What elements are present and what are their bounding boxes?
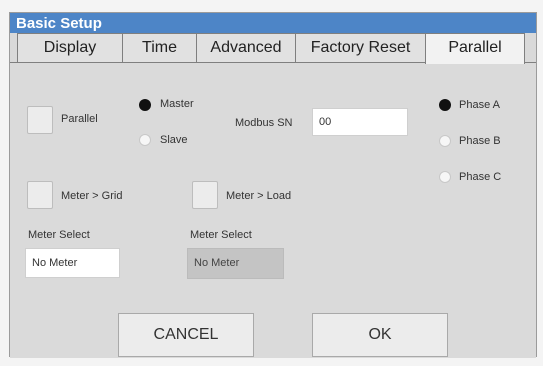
tab-advanced[interactable]: Advanced xyxy=(196,33,296,62)
meter-select-2-field[interactable]: No Meter xyxy=(187,248,284,279)
modbus-sn-input[interactable]: 00 xyxy=(312,108,408,136)
tab-bar: Display Time Advanced Factory Reset Para… xyxy=(10,33,536,64)
master-radio[interactable] xyxy=(139,99,151,111)
basic-setup-window: Basic Setup Display Time Advanced Factor… xyxy=(9,12,537,358)
parallel-checkbox[interactable] xyxy=(27,106,53,134)
slave-radio[interactable] xyxy=(139,134,151,146)
window-title: Basic Setup xyxy=(16,15,102,32)
phase-c-label: Phase C xyxy=(459,171,502,183)
meter-load-checkbox[interactable] xyxy=(192,181,218,209)
meter-select-1-field[interactable]: No Meter xyxy=(25,248,120,278)
tab-factory-reset[interactable]: Factory Reset xyxy=(295,33,426,62)
phase-a-radio[interactable] xyxy=(439,99,451,111)
meter-grid-label: Meter > Grid xyxy=(61,190,123,202)
meter-load-label: Meter > Load xyxy=(226,190,292,202)
meter-grid-checkbox[interactable] xyxy=(27,181,53,209)
phase-b-label: Phase B xyxy=(459,135,501,147)
cancel-button[interactable]: CANCEL xyxy=(118,313,254,357)
tab-display[interactable]: Display xyxy=(17,33,123,62)
master-label: Master xyxy=(160,98,194,110)
tab-time[interactable]: Time xyxy=(122,33,197,62)
meter-select-1-label: Meter Select xyxy=(28,229,90,241)
ok-button[interactable]: OK xyxy=(312,313,448,357)
parallel-label: Parallel xyxy=(61,113,98,125)
tab-parallel[interactable]: Parallel xyxy=(425,33,525,64)
phase-c-radio[interactable] xyxy=(439,171,451,183)
slave-label: Slave xyxy=(160,134,188,146)
meter-select-2-label: Meter Select xyxy=(190,229,252,241)
parallel-panel: Parallel Master Slave Modbus SN 00 Phase… xyxy=(10,62,536,358)
modbus-sn-label: Modbus SN xyxy=(235,117,293,129)
phase-a-label: Phase A xyxy=(459,99,500,111)
phase-b-radio[interactable] xyxy=(439,135,451,147)
title-bar: Basic Setup xyxy=(10,13,536,33)
